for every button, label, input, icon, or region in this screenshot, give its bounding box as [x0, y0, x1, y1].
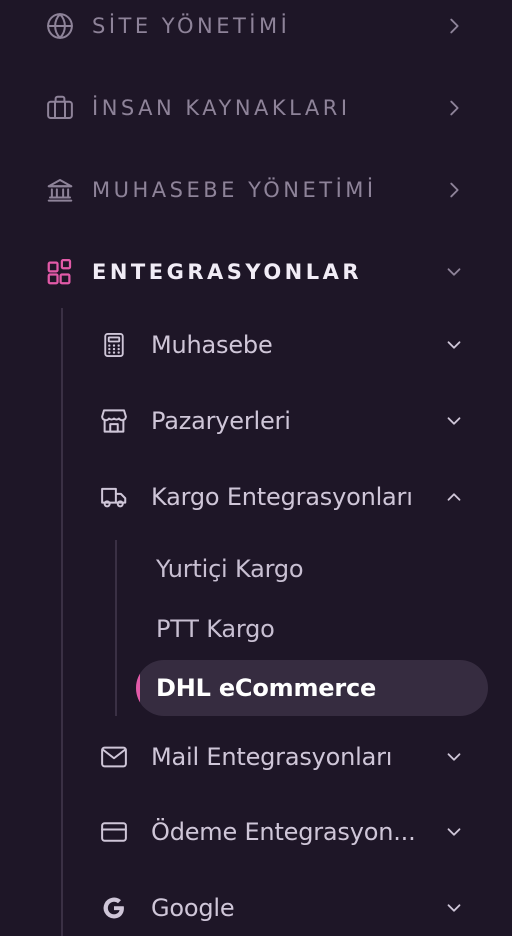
- chevron-down-icon: [442, 745, 466, 769]
- google-icon: [98, 892, 130, 924]
- sidebar-item-odeme-entegrasyonlari[interactable]: Ödeme Entegrasyon...: [0, 802, 512, 862]
- sidebar-item-muhasebe[interactable]: Muhasebe: [0, 315, 512, 375]
- sidebar-item-label: Ödeme Entegrasyon...: [151, 818, 416, 846]
- sidebar-section-entegrasyonlar[interactable]: ENTEGRASYONLAR: [0, 242, 512, 302]
- section-label: SİTE YÖNETİMİ: [92, 14, 291, 38]
- chevron-down-icon: [442, 260, 466, 284]
- sidebar-item-pazaryerleri[interactable]: Pazaryerleri: [0, 391, 512, 451]
- bank-icon: [44, 174, 76, 206]
- chevron-down-icon: [442, 896, 466, 920]
- sidebar-item-label: Muhasebe: [151, 331, 273, 359]
- store-icon: [98, 405, 130, 437]
- sidebar-item-google[interactable]: Google: [0, 878, 512, 936]
- chevron-down-icon: [442, 409, 466, 433]
- chevron-right-icon: [442, 96, 466, 120]
- sidebar-item-label: PTT Kargo: [156, 615, 275, 643]
- sidebar-item-ptt-kargo[interactable]: PTT Kargo: [0, 601, 512, 657]
- sidebar-section-insan-kaynaklari[interactable]: İNSAN KAYNAKLARI: [0, 78, 512, 138]
- active-indicator: [136, 660, 140, 716]
- sidebar-nav: SİTE YÖNETİMİ İNSAN KAYNAKLARI MUHASEBE …: [0, 0, 512, 936]
- sidebar-item-mail-entegrasyonlari[interactable]: Mail Entegrasyonları: [0, 727, 512, 787]
- sidebar-item-label: Yurtiçi Kargo: [156, 555, 304, 583]
- sidebar-item-kargo-entegrasyonlari[interactable]: Kargo Entegrasyonları: [0, 467, 512, 527]
- sidebar-item-yurtici-kargo[interactable]: Yurtiçi Kargo: [0, 541, 512, 597]
- sidebar-item-label: Kargo Entegrasyonları: [151, 483, 413, 511]
- sidebar-item-label: Mail Entegrasyonları: [151, 743, 393, 771]
- chevron-up-icon: [442, 485, 466, 509]
- credit-card-icon: [98, 816, 130, 848]
- calculator-icon: [98, 329, 130, 361]
- truck-icon: [98, 481, 130, 513]
- sidebar-item-label: DHL eCommerce: [156, 674, 377, 702]
- section-label: MUHASEBE YÖNETİMİ: [92, 178, 377, 202]
- globe-icon: [44, 10, 76, 42]
- chevron-down-icon: [442, 820, 466, 844]
- section-label: ENTEGRASYONLAR: [92, 260, 363, 284]
- sidebar-item-label: Google: [151, 894, 235, 922]
- grid-plus-icon: [44, 256, 76, 288]
- sidebar-section-site-yonetimi[interactable]: SİTE YÖNETİMİ: [0, 0, 512, 56]
- sidebar-item-label: Pazaryerleri: [151, 407, 291, 435]
- sidebar-section-muhasebe-yonetimi[interactable]: MUHASEBE YÖNETİMİ: [0, 160, 512, 220]
- sidebar-item-dhl-ecommerce[interactable]: DHL eCommerce: [136, 660, 488, 716]
- chevron-right-icon: [442, 14, 466, 38]
- section-label: İNSAN KAYNAKLARI: [92, 96, 351, 120]
- briefcase-icon: [44, 92, 76, 124]
- chevron-down-icon: [442, 333, 466, 357]
- mail-icon: [98, 741, 130, 773]
- chevron-right-icon: [442, 178, 466, 202]
